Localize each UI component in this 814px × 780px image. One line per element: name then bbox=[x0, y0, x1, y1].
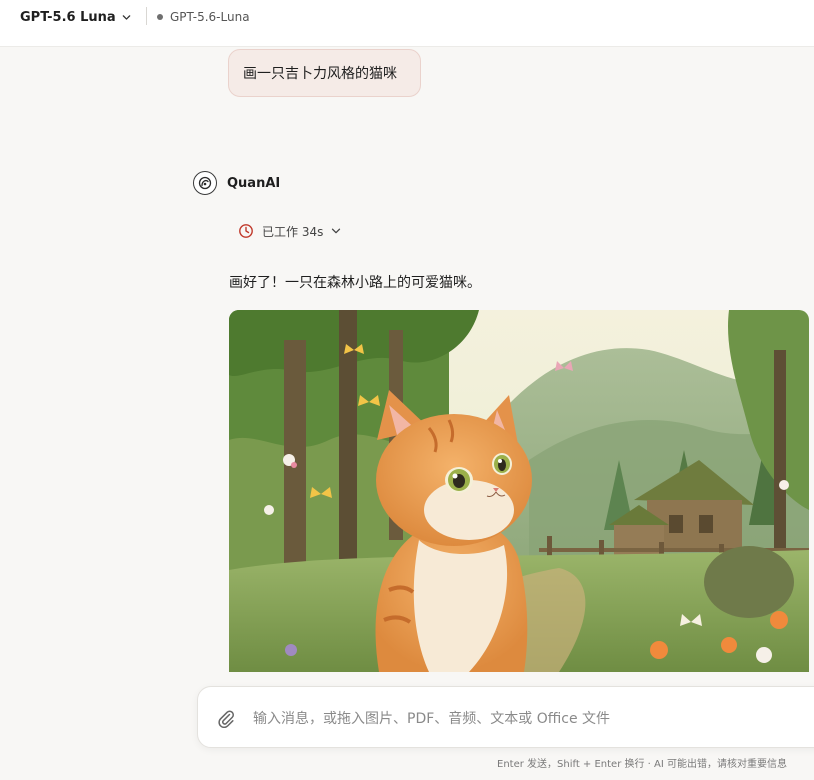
assistant-logo-icon bbox=[198, 176, 212, 190]
work-status-label: 已工作 34s bbox=[262, 224, 324, 239]
assistant-answer: 画好了！一只在森林小路上的可爱猫咪。 bbox=[229, 275, 481, 291]
paperclip-icon[interactable] bbox=[216, 708, 236, 728]
clock-icon bbox=[239, 224, 253, 238]
chevron-down-icon bbox=[332, 228, 341, 234]
top-bar: GPT-5.6 Luna GPT-5.6-Luna bbox=[0, 0, 814, 47]
assistant-avatar bbox=[193, 171, 217, 195]
user-message-text: 画一只吉卜力风格的猫咪 bbox=[243, 66, 397, 82]
message-input[interactable] bbox=[251, 705, 775, 733]
message-composer bbox=[197, 686, 814, 748]
status-dot bbox=[157, 14, 163, 20]
user-message: 画一只吉卜力风格的猫咪 bbox=[228, 49, 421, 97]
active-model-tag: GPT-5.6-Luna bbox=[157, 8, 250, 26]
chat-page: GPT-5.6 Luna GPT-5.6-Luna 画一只吉卜力风格的猫咪 Qu… bbox=[0, 0, 814, 780]
chevron-down-icon bbox=[122, 14, 130, 20]
ghibli-cat-illustration bbox=[229, 310, 809, 672]
footer-hint: Enter 发送，Shift + Enter 换行 · AI 可能出错，请核对重… bbox=[497, 759, 788, 770]
generated-image[interactable] bbox=[229, 310, 809, 672]
work-status-toggle[interactable]: 已工作 34s bbox=[238, 222, 341, 240]
model-selector[interactable]: GPT-5.6 Luna bbox=[20, 7, 131, 27]
assistant-name: QuanAI bbox=[227, 175, 281, 191]
active-model-label: GPT-5.6-Luna bbox=[170, 10, 250, 24]
model-name: GPT-5.6 Luna bbox=[20, 9, 116, 25]
assistant-header: QuanAI bbox=[193, 170, 280, 196]
header-divider bbox=[146, 7, 147, 25]
